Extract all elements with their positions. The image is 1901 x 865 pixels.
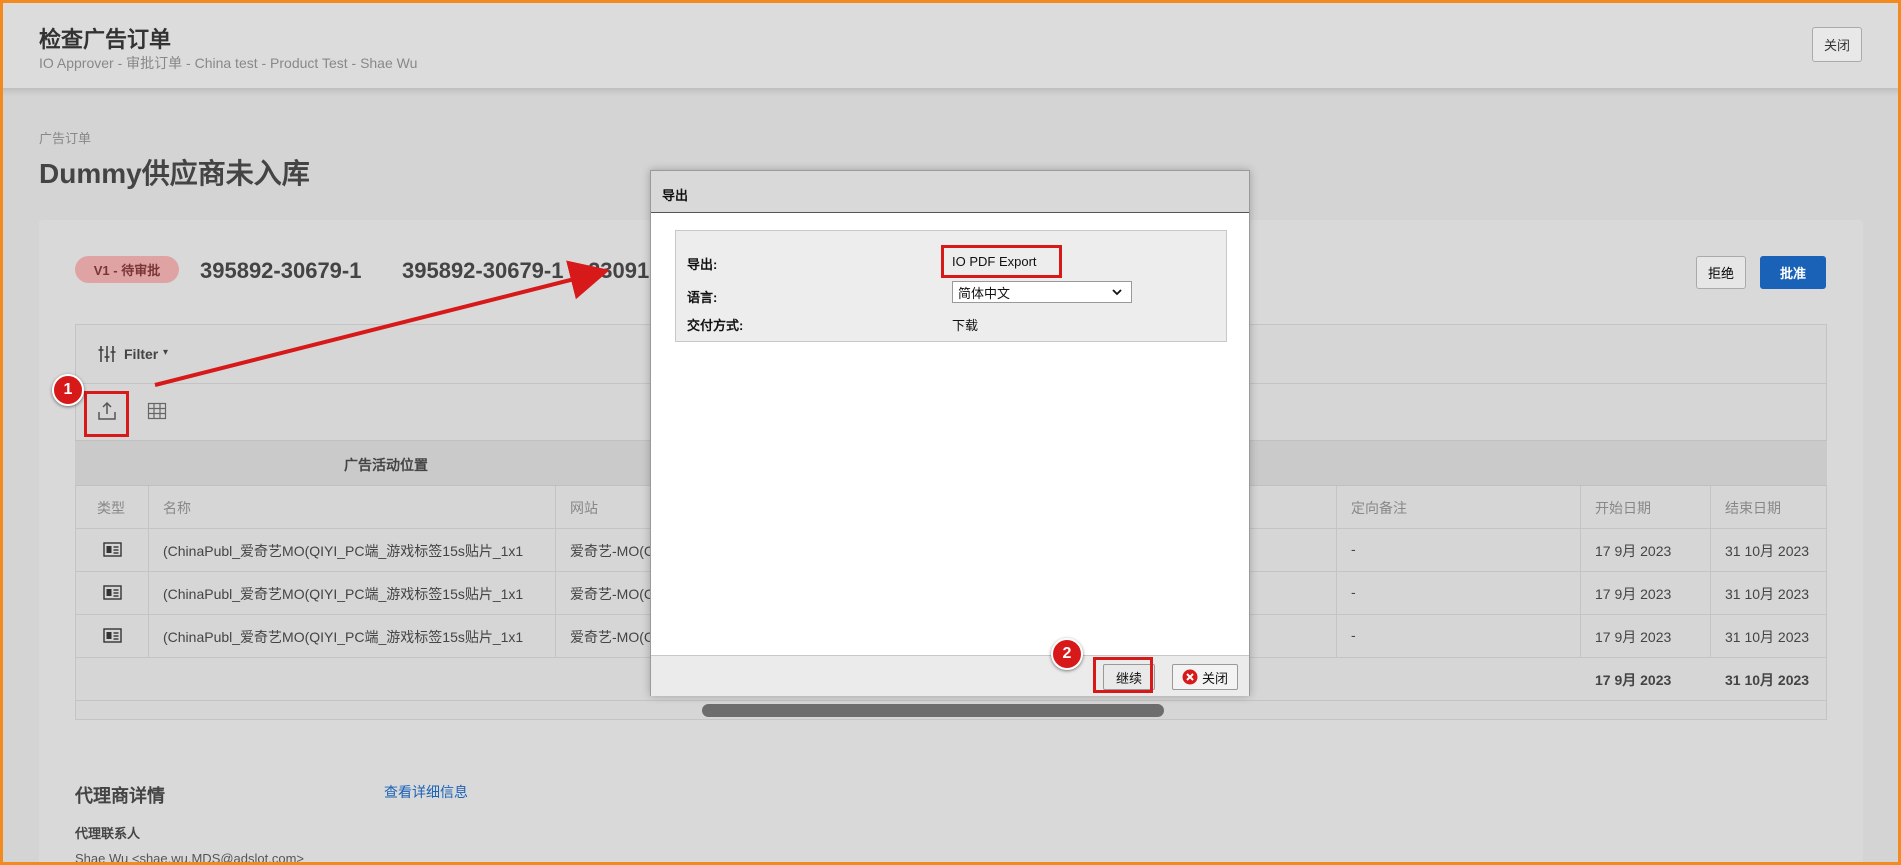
export-dialog-title: 导出 — [662, 188, 689, 203]
export-format-label: 导出: — [687, 257, 718, 272]
approve-button[interactable]: 批准 — [1760, 256, 1826, 289]
export-dialog-footer — [651, 655, 1249, 696]
horizontal-scrollbar[interactable] — [702, 704, 1164, 717]
export-dialog: 导出 导出: IO PDF Export 语言: 简体中文 交付方式: 下载 继… — [650, 170, 1250, 696]
group-header-label: 广告活动位置 — [344, 457, 428, 473]
grid-view-icon[interactable] — [147, 401, 167, 421]
row-name[interactable]: (ChinaPubl_爱奇艺MO(QIYI_PC端_游戏标签15s贴片_1x1 — [163, 584, 523, 604]
export-options-box — [675, 230, 1227, 342]
app-header: 检查广告订单 IO Approver - 审批订单 - China test -… — [0, 0, 1901, 88]
header-close-button[interactable]: 关闭 — [1812, 27, 1862, 62]
row-site: 爱奇艺-MO(C — [570, 543, 654, 559]
col-header-targeting-notes[interactable]: 定向备注 — [1351, 498, 1407, 518]
table-divider — [75, 700, 1827, 701]
agency-details-link[interactable]: 查看详细信息 — [384, 782, 468, 802]
row-name[interactable]: (ChinaPubl_爱奇艺MO(QIYI_PC端_游戏标签15s贴片_1x1 — [163, 627, 523, 647]
total-start-date: 17 9月 2023 — [1595, 672, 1672, 688]
order-id-partial: 23091 — [588, 258, 650, 283]
row-start-date: 17 9月 2023 — [1595, 586, 1672, 602]
table-col-divider — [1580, 486, 1581, 657]
page-title: Dummy供应商未入库 — [39, 158, 310, 189]
export-upload-icon[interactable] — [96, 400, 118, 422]
row-notes: - — [1351, 584, 1356, 600]
language-label: 语言: — [687, 290, 718, 305]
status-badge: V1 - 待审批 — [75, 256, 179, 283]
row-notes: - — [1351, 627, 1356, 643]
agency-contact-value: Shae Wu <shae.wu.MDS@adslot.com> — [75, 851, 305, 865]
table-col-divider — [1336, 486, 1337, 657]
col-header-name[interactable]: 名称 — [163, 498, 191, 518]
row-start-date: 17 9月 2023 — [1595, 629, 1672, 645]
placement-type-icon — [103, 542, 122, 557]
delivery-label: 交付方式: — [687, 318, 744, 333]
export-dialog-header[interactable]: 导出 — [651, 171, 1249, 213]
row-start-date: 17 9月 2023 — [1595, 543, 1672, 559]
reject-button[interactable]: 拒绝 — [1696, 256, 1746, 289]
export-format-value: IO PDF Export — [952, 254, 1037, 269]
language-select[interactable]: 简体中文 — [952, 281, 1132, 303]
col-header-end-date[interactable]: 结束日期 — [1725, 498, 1781, 518]
close-icon — [1182, 669, 1198, 685]
row-site: 爱奇艺-MO(C — [570, 629, 654, 645]
filter-sliders-icon[interactable] — [97, 344, 117, 364]
col-header-start-date[interactable]: 开始日期 — [1595, 498, 1651, 518]
agency-contact-label: 代理联系人 — [75, 826, 141, 841]
order-id-secondary: 395892-30679-1 — [402, 258, 564, 283]
delivery-value: 下载 — [952, 318, 979, 333]
filter-caret-icon[interactable]: ▾ — [163, 347, 168, 358]
row-name[interactable]: (ChinaPubl_爱奇艺MO(QIYI_PC端_游戏标签15s贴片_1x1 — [163, 541, 523, 561]
breadcrumb[interactable]: 广告订单 — [39, 128, 91, 147]
table-col-divider — [148, 486, 149, 657]
row-end-date: 31 10月 2023 — [1725, 629, 1810, 645]
chevron-down-icon — [1112, 289, 1122, 296]
row-end-date: 31 10月 2023 — [1725, 543, 1810, 559]
order-id-primary: 395892-30679-1 — [200, 258, 362, 283]
row-end-date: 31 10月 2023 — [1725, 586, 1810, 602]
dialog-close-button[interactable]: 关闭 — [1172, 664, 1238, 690]
row-notes: - — [1351, 541, 1356, 557]
dialog-close-label: 关闭 — [1201, 670, 1228, 686]
col-header-site[interactable]: 网站 — [570, 498, 598, 518]
table-col-divider — [1710, 486, 1711, 657]
col-header-type[interactable]: 类型 — [97, 498, 125, 518]
row-site: 爱奇艺-MO(C — [570, 586, 654, 602]
agency-section-title: 代理商详情 — [75, 786, 165, 806]
page-header-subtitle: IO Approver - 审批订单 - China test - Produc… — [39, 55, 418, 71]
step-marker-1: 1 — [52, 374, 84, 406]
language-select-value: 简体中文 — [958, 285, 1011, 301]
total-end-date: 31 10月 2023 — [1725, 672, 1810, 688]
filter-button[interactable]: Filter — [124, 346, 158, 362]
page-header-title: 检查广告订单 — [39, 27, 172, 52]
placement-type-icon — [103, 628, 122, 643]
placement-type-icon — [103, 585, 122, 600]
step-marker-2: 2 — [1051, 638, 1083, 670]
table-col-divider — [555, 486, 556, 657]
continue-button[interactable]: 继续 — [1103, 664, 1155, 690]
